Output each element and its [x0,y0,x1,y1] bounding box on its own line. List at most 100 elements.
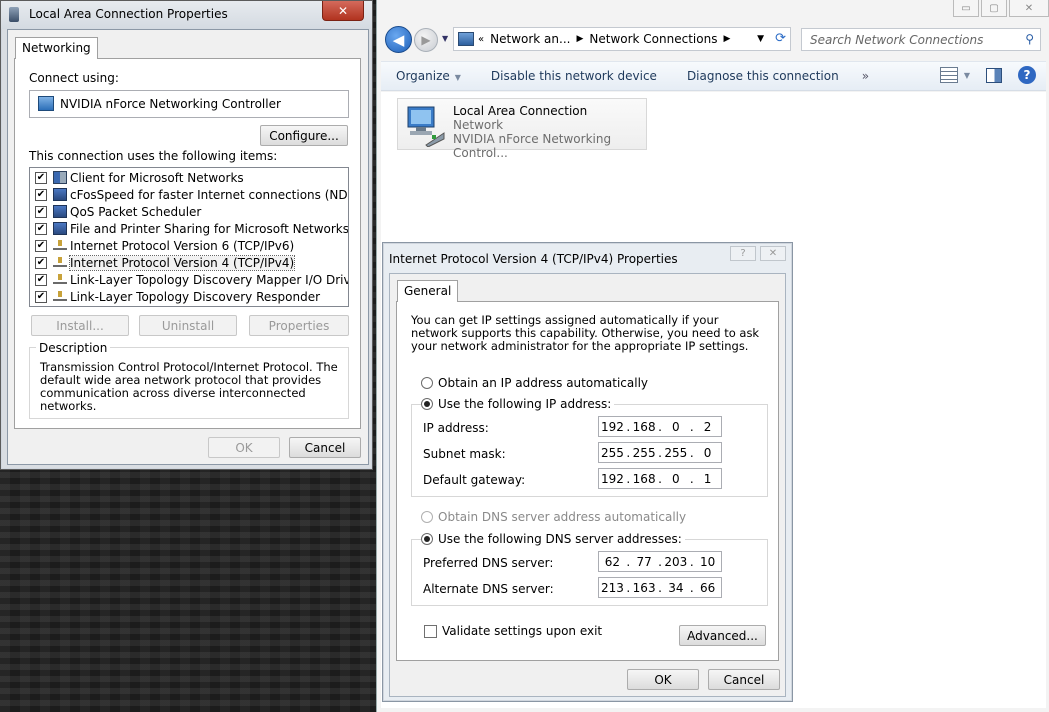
diagnose-connection-button[interactable]: Diagnose this connection [672,69,854,83]
ipv4-client-area: General You can get IP settings assigned… [389,273,786,697]
general-panel: You can get IP settings assigned automat… [396,301,779,661]
checkbox-label: Validate settings upon exit [442,624,603,638]
address-dropdown-icon[interactable]: ▼ [757,34,764,44]
cancel-button[interactable]: Cancel [708,669,780,690]
item-checkbox[interactable]: ✔ [35,290,47,303]
address-bar[interactable]: « Network an... ▶ Network Connections ▶ … [453,27,791,51]
item-label: Link-Layer Topology Discovery Responder [70,289,321,304]
item-checkbox[interactable]: ✔ [35,256,47,269]
protocol-icon [53,239,67,250]
search-input[interactable]: Search Network Connections ⚲ [801,28,1041,51]
breadcrumb-separator[interactable]: ▶ [576,34,583,44]
help-icon[interactable]: ? [1018,66,1036,84]
checkbox[interactable] [424,624,437,638]
radio-label: Obtain an IP address automatically [438,376,649,390]
help-button[interactable]: ? [730,246,756,261]
alternate-dns-label: Alternate DNS server: [423,582,554,596]
connection-tile[interactable]: Local Area Connection Network NVIDIA nFo… [397,98,647,160]
item-label: cFosSpeed for faster Internet connection… [70,187,349,202]
breadcrumb-network[interactable]: Network an... [490,32,570,46]
cancel-button[interactable]: Cancel [289,437,361,458]
radio-button[interactable] [421,533,433,545]
list-item[interactable]: ✔ QoS Packet Scheduler [35,203,201,220]
uninstall-button[interactable]: Uninstall [139,315,237,336]
search-placeholder: Search Network Connections [810,33,984,47]
radio-label: Use the following IP address: [438,397,612,411]
preview-pane-icon[interactable] [986,67,1002,83]
breadcrumb-separator[interactable]: ▶ [723,34,730,44]
item-checkbox[interactable]: ✔ [35,273,47,286]
list-item[interactable]: ✔ Link-Layer Topology Discovery Responde… [35,288,320,305]
view-options-button[interactable]: ▼ [939,67,970,83]
connection-status: Network [453,118,504,132]
alternate-dns-field[interactable]: 213. 163. 34. 66 [598,577,722,598]
list-item-selected[interactable]: ✔ Internet Protocol Version 4 (TCP/IPv4) [35,254,296,271]
search-icon[interactable]: ⚲ [1025,32,1034,46]
close-button[interactable]: ✕ [322,1,364,21]
networking-panel: Connect using: NVIDIA nForce Networking … [14,58,361,429]
gateway-label: Default gateway: [423,473,526,487]
list-item[interactable]: ✔ Internet Protocol Version 6 (TCP/IPv6) [35,237,294,254]
item-label: QoS Packet Scheduler [70,204,202,219]
close-button[interactable]: ✕ [1009,0,1049,17]
gateway-field[interactable]: 192. 168. 0. 1 [598,468,722,489]
subnet-mask-label: Subnet mask: [423,447,506,461]
radio-button[interactable] [421,398,433,410]
list-item[interactable]: ✔ Link-Layer Topology Discovery Mapper I… [35,271,349,288]
item-checkbox[interactable]: ✔ [35,239,47,252]
close-button[interactable]: ✕ [760,246,786,261]
item-checkbox[interactable]: ✔ [35,188,47,201]
tab-networking[interactable]: Networking [15,37,98,59]
ipv4-properties-dialog: Internet Protocol Version 4 (TCP/IPv4) P… [382,242,793,702]
ip-address-field[interactable]: 192. 168. 0. 2 [598,416,722,437]
advanced-button[interactable]: Advanced... [679,625,766,646]
connection-device: NVIDIA nForce Networking Control... [453,132,612,160]
maximize-button[interactable]: ▢ [981,0,1007,17]
more-commands-button[interactable]: » [854,69,877,83]
toolbar-right: ▼ ? [939,66,1036,84]
validate-settings-checkbox[interactable]: Validate settings upon exit [424,624,602,638]
item-label: File and Printer Sharing for Microsoft N… [70,221,349,236]
obtain-dns-radio[interactable]: Obtain DNS server address automatically [421,510,686,524]
dialog-title: Local Area Connection Properties [29,7,228,21]
minimize-button[interactable]: ▭ [953,0,979,17]
caption-buttons: ? ✕ [730,246,786,261]
list-item[interactable]: ✔ File and Printer Sharing for Microsoft… [35,220,349,237]
crumb-overflow[interactable]: « [478,34,484,45]
item-label: Client for Microsoft Networks [70,170,244,185]
refresh-icon[interactable]: ⟳ [775,31,786,46]
radio-button[interactable] [421,377,433,389]
organize-menu[interactable]: Organize ▼ [381,69,476,83]
radio-button[interactable] [421,511,433,523]
item-checkbox[interactable]: ✔ [35,205,47,218]
back-arrow-icon[interactable]: ◀ [385,26,412,53]
network-adapter-icon [407,106,445,147]
subnet-mask-field[interactable]: 255. 255. 255. 0 [598,442,722,463]
configure-button[interactable]: Configure... [260,125,348,146]
use-ip-radio[interactable]: Use the following IP address: [421,397,615,411]
protocol-icon [53,273,67,284]
forward-arrow-icon[interactable]: ▶ [414,28,438,52]
item-label: Internet Protocol Version 6 (TCP/IPv6) [70,238,295,253]
item-checkbox[interactable]: ✔ [35,171,47,184]
command-bar: Organize ▼ Disable this network device Di… [381,61,1046,91]
item-checkbox[interactable]: ✔ [35,222,47,235]
item-label: Link-Layer Topology Discovery Mapper I/O… [70,272,349,287]
preferred-dns-field[interactable]: 62. 77. 203. 10 [598,551,722,572]
list-item[interactable]: ✔ Client for Microsoft Networks [35,169,244,186]
history-dropdown[interactable]: ▼ [442,34,448,43]
install-button[interactable]: Install... [31,315,129,336]
tab-general[interactable]: General [397,280,459,302]
protocol-icon [53,290,67,301]
properties-button[interactable]: Properties [249,315,349,336]
list-item[interactable]: ✔ cFosSpeed for faster Internet connecti… [35,186,349,203]
disable-device-button[interactable]: Disable this network device [476,69,672,83]
navigation-bar: ◀ ▶ ▼ « Network an... ▶ Network Connecti… [381,26,1046,54]
view-options-icon [939,67,958,83]
obtain-ip-radio[interactable]: Obtain an IP address automatically [421,376,648,390]
ok-button[interactable]: OK [627,669,699,690]
breadcrumb-network-connections[interactable]: Network Connections [589,32,717,46]
ok-button[interactable]: OK [208,437,280,458]
use-dns-radio[interactable]: Use the following DNS server addresses: [421,532,685,546]
radio-label: Obtain DNS server address automatically [438,510,687,524]
